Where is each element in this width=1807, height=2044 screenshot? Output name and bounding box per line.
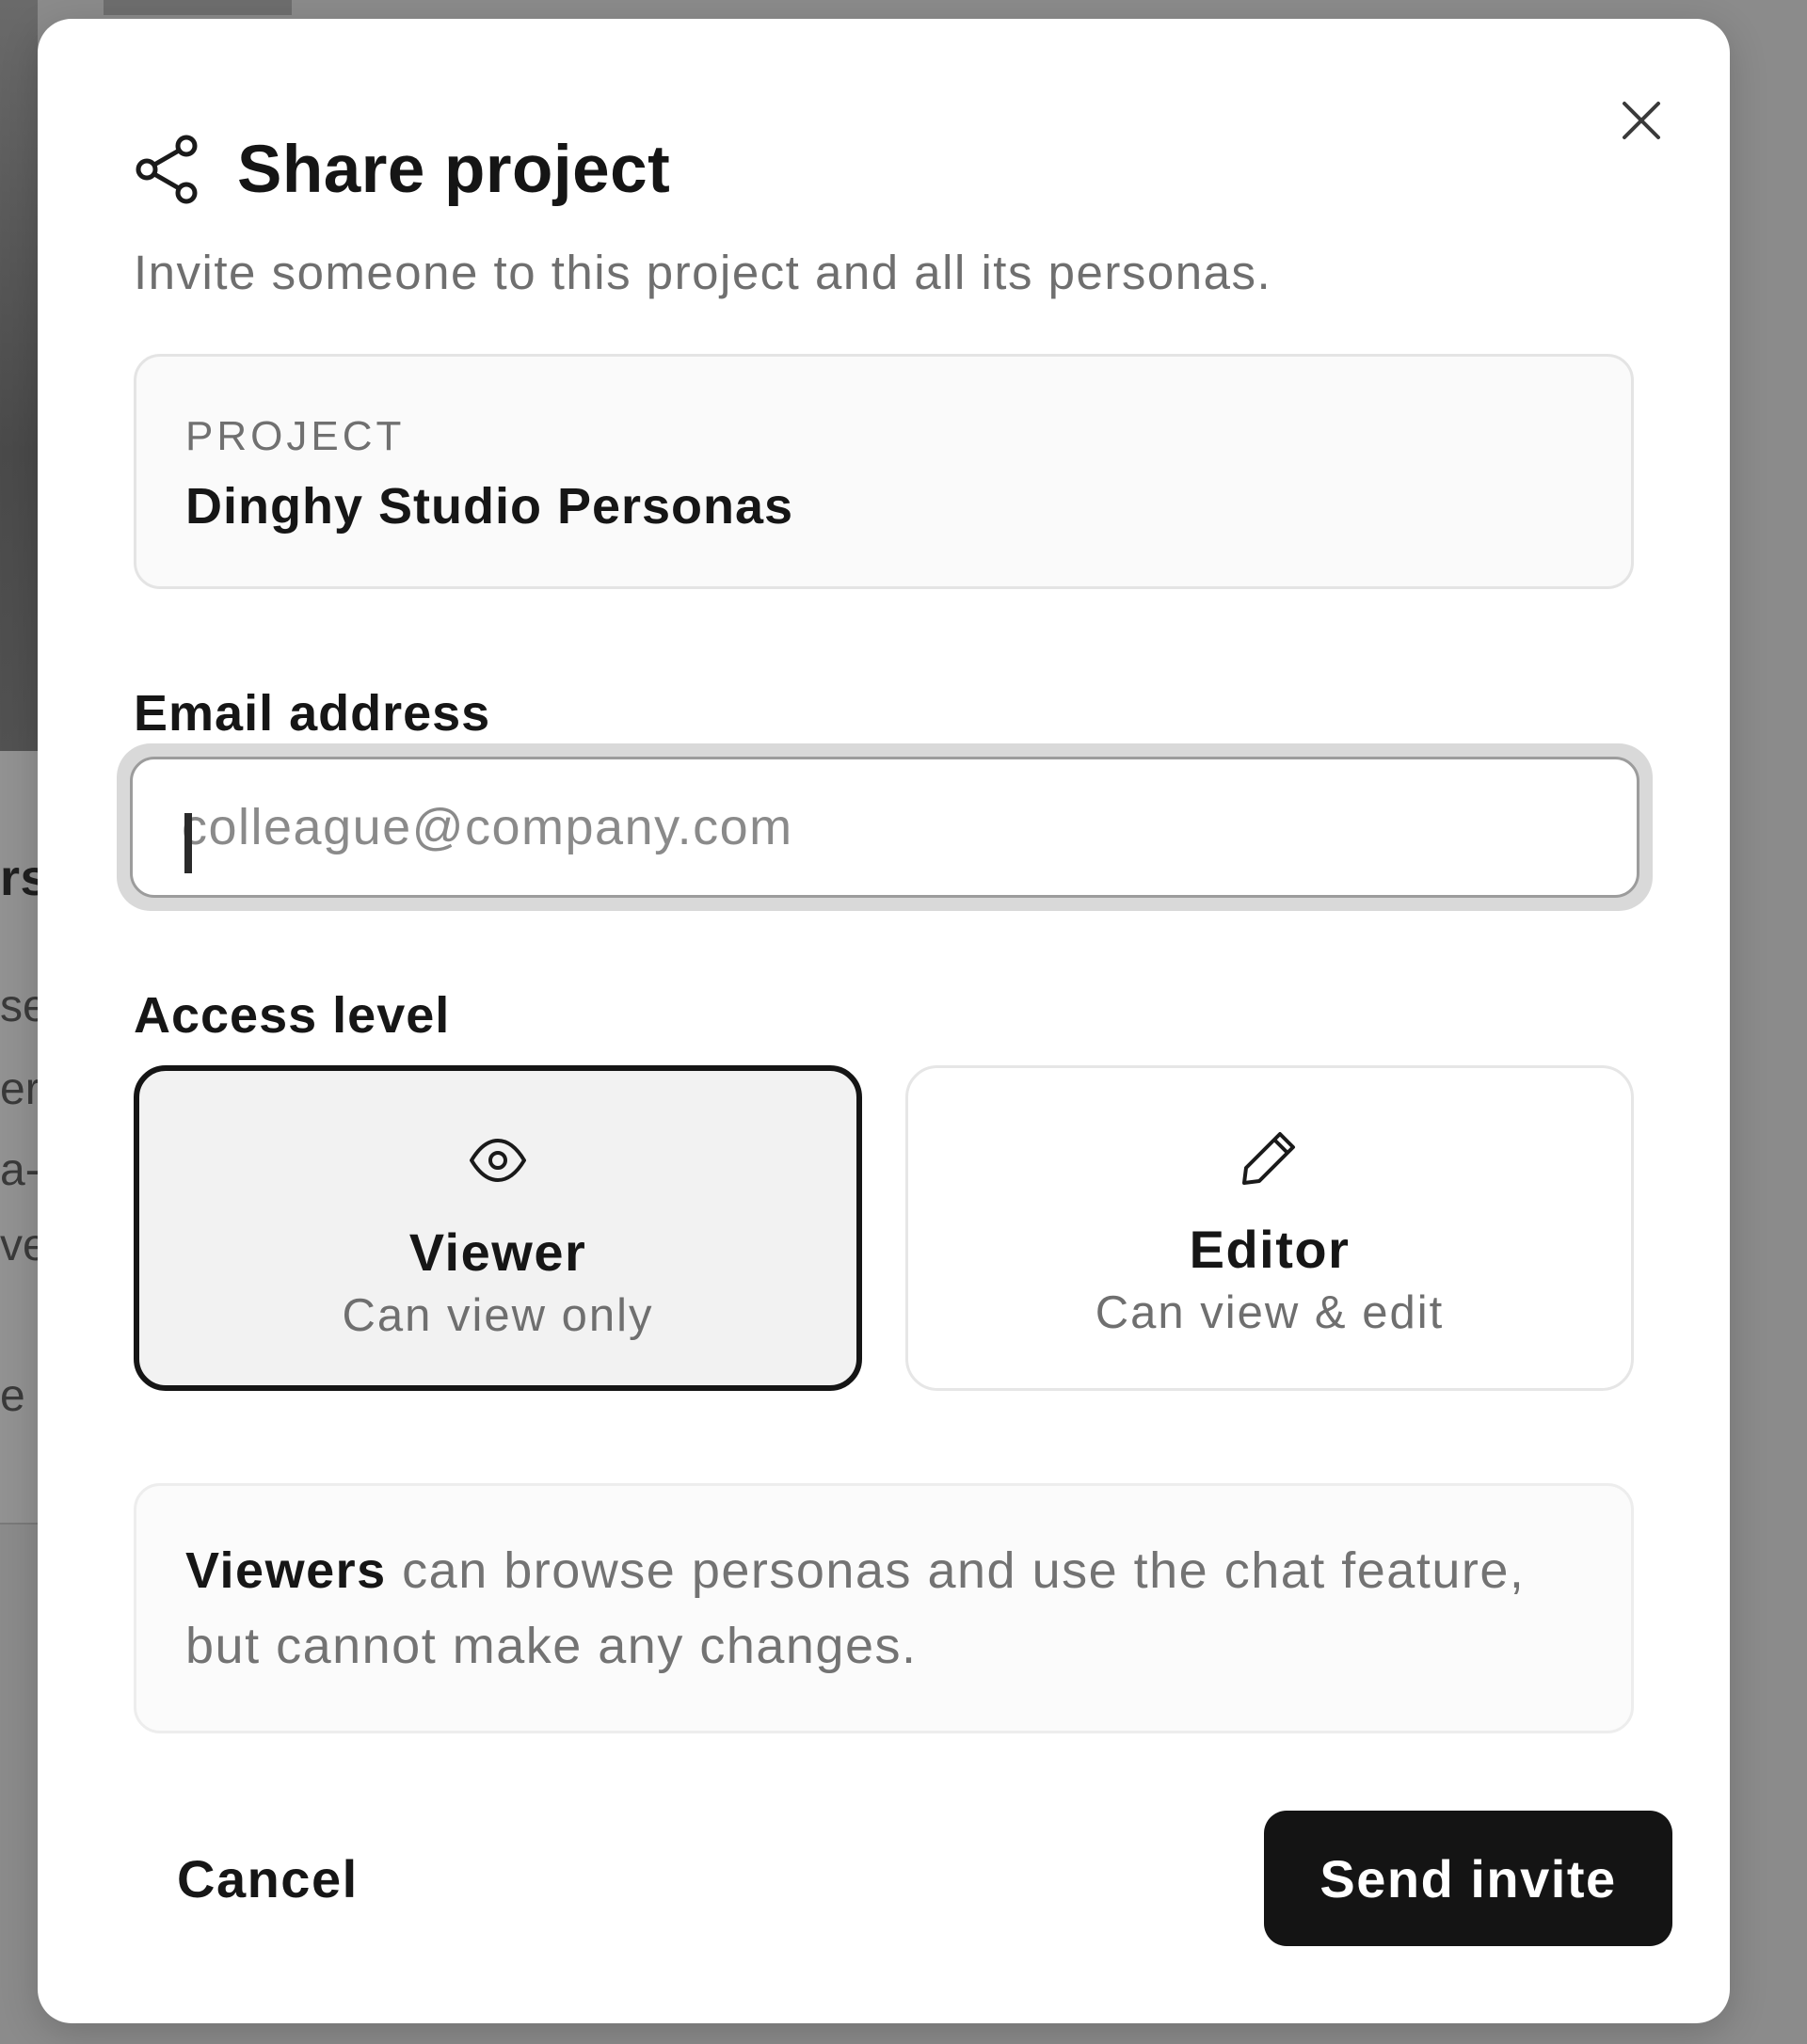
email-field[interactable] <box>130 757 1639 898</box>
text-caret <box>184 813 192 873</box>
dialog-title: Share project <box>237 132 671 207</box>
access-option-editor[interactable]: Editor Can view & edit <box>905 1065 1634 1391</box>
background-text-fragment: a- <box>0 1148 38 1193</box>
email-label: Email address <box>134 685 491 742</box>
close-button[interactable] <box>1611 90 1671 151</box>
access-info-role: Viewers <box>185 1542 387 1599</box>
share-icon <box>136 135 198 204</box>
access-option-viewer[interactable]: Viewer Can view only <box>134 1065 862 1391</box>
background-text-fragment: rs <box>0 853 38 903</box>
project-summary: PROJECT Dinghy Studio Personas <box>134 354 1634 589</box>
access-info-text: Viewers can browse personas and use the … <box>185 1533 1541 1684</box>
pencil-icon <box>1242 1132 1295 1185</box>
access-info-description: can browse personas and use the chat fea… <box>185 1542 1526 1674</box>
access-option-description: Can view only <box>342 1290 654 1341</box>
background-text-fragment: er <box>0 1067 38 1112</box>
project-name: Dinghy Studio Personas <box>185 478 794 535</box>
background-photo-strip <box>104 0 292 15</box>
dialog-header: Share project <box>134 130 670 209</box>
eye-icon <box>470 1139 526 1182</box>
access-option-title: Viewer <box>408 1222 587 1282</box>
access-level-label: Access level <box>134 987 451 1044</box>
background-text-fragment: se <box>0 984 38 1030</box>
close-icon <box>1623 102 1660 139</box>
project-label: PROJECT <box>185 413 406 459</box>
dialog-subtitle: Invite someone to this project and all i… <box>134 246 1272 299</box>
background-text-fragment: e <box>0 1374 25 1419</box>
access-info-panel: Viewers can browse personas and use the … <box>134 1483 1634 1733</box>
share-project-dialog: Share project Invite someone to this pro… <box>38 19 1730 2023</box>
access-option-description: Can view & edit <box>1095 1287 1445 1338</box>
email-field-focus-ring <box>117 743 1653 911</box>
access-option-title: Editor <box>1189 1220 1351 1279</box>
cancel-button[interactable]: Cancel <box>177 1811 359 1946</box>
send-invite-button[interactable]: Send invite <box>1264 1811 1672 1946</box>
background-photo <box>0 0 38 751</box>
background-text-fragment: ve <box>0 1223 38 1269</box>
